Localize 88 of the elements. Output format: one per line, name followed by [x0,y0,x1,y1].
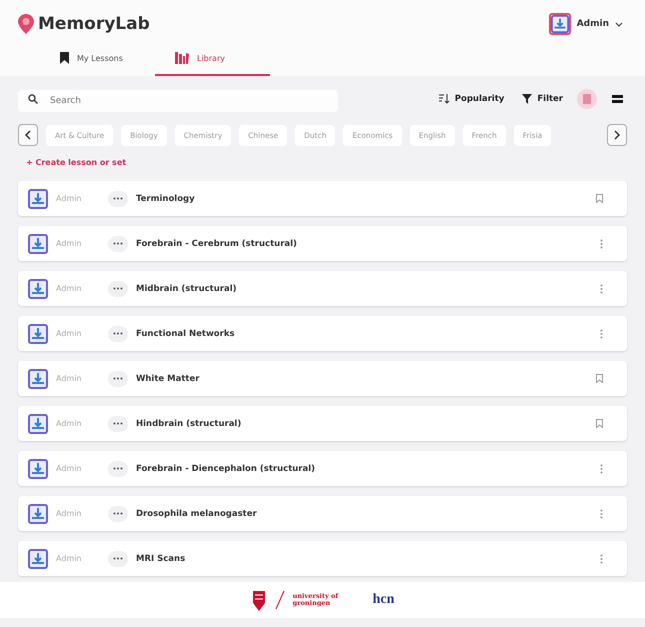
more-options-button[interactable] [108,416,128,432]
author-avatar-icon [28,504,48,524]
scroll-right-button[interactable] [607,124,627,146]
books-icon [175,52,189,64]
author-name: Admin [56,239,82,248]
more-options-button[interactable] [108,550,128,566]
more-horizontal-icon [113,242,123,245]
lesson-row[interactable]: Admin Terminology [18,181,627,216]
author-name: Admin [56,194,82,203]
chevron-right-icon [614,130,620,140]
more-horizontal-icon [113,557,123,560]
more-options-button[interactable] [108,190,128,206]
lesson-row[interactable]: Admin Midbrain (structural) [18,271,627,306]
more-vertical-icon [600,464,603,474]
search-field[interactable]: Search [18,90,338,112]
create-lesson-link[interactable]: + Create lesson or set [26,158,126,167]
more-vertical-icon [600,238,603,248]
grid-view-icon [583,94,591,104]
more-options-button[interactable] [108,326,128,342]
sort-button[interactable]: Popularity [434,92,508,106]
author-name: Admin [56,284,82,293]
author-name: Admin [56,509,82,518]
slash-icon [274,590,285,610]
author-name: Admin [56,419,82,428]
more-horizontal-icon [113,467,123,470]
lesson-title: White Matter [136,374,200,384]
lesson-title: Midbrain (structural) [136,284,238,294]
filter-button[interactable]: Filter [518,92,567,106]
lesson-title: Drosophila melanogaster [136,508,258,518]
lesson-title: Hindbrain (structural) [136,418,242,428]
list-view-icon [612,94,622,104]
author-name: Admin [56,374,82,383]
chevron-down-icon [615,22,623,26]
lesson-row[interactable]: Admin MRI Scans [18,541,627,576]
bookmark-outline-icon [596,419,603,428]
more-vertical-icon [600,554,603,564]
lesson-row[interactable]: Admin Hindbrain (structural) [18,406,627,441]
crest-logo-icon [250,589,267,611]
author-avatar-icon [28,368,48,388]
more-options-button[interactable] [108,280,128,296]
lesson-row[interactable]: Admin Forebrain - Diencephalon (structural) [18,451,627,486]
app-name: MemoryLab [38,14,150,34]
bookmark-icon [60,52,69,64]
more-horizontal-icon [113,332,123,335]
more-options-button[interactable] [108,506,128,522]
lesson-title: MRI Scans [136,554,186,564]
more-options-button[interactable] [108,460,128,476]
bookmark-outline-icon [596,374,603,383]
chevron-left-icon [25,130,31,140]
author-avatar-icon [28,234,48,254]
author-avatar-icon [28,278,48,298]
avatar-icon [548,13,571,35]
sort-icon [438,94,450,104]
partner-logo-text: hcn [372,592,394,608]
author-avatar-icon [28,188,48,208]
user-menu[interactable]: Admin [548,13,623,35]
tab[interactable]: Library [155,44,270,76]
author-avatar-icon [28,458,48,478]
more-horizontal-icon [113,377,123,380]
author-avatar-icon [28,414,48,434]
lesson-row[interactable]: Admin Drosophila melanogaster [18,496,627,531]
more-horizontal-icon [113,512,123,515]
lesson-row[interactable]: Admin Functional Networks [18,316,627,351]
scroll-left-button[interactable] [18,124,38,146]
tab[interactable]: My Lessons [40,44,155,76]
more-options-button[interactable] [108,236,128,252]
author-name: Admin [56,464,82,473]
more-options-button[interactable] [108,370,128,386]
user-name: Admin [576,19,609,29]
lesson-title: Forebrain - Diencephalon (structural) [136,464,316,474]
more-vertical-icon [600,508,603,518]
more-horizontal-icon [113,422,123,425]
lesson-title: Terminology [136,194,196,204]
author-avatar-icon [28,324,48,344]
author-name: Admin [56,554,82,563]
more-horizontal-icon [113,197,123,200]
lesson-title: Forebrain - Cerebrum (structural) [136,238,298,248]
more-vertical-icon [600,328,603,338]
more-horizontal-icon [113,287,123,290]
lesson-row[interactable]: Admin Forebrain - Cerebrum (structural) [18,226,627,261]
author-avatar-icon [28,548,48,568]
pin-logo-icon [18,14,34,34]
bookmark-outline-icon [596,194,603,203]
lesson-row[interactable]: Admin White Matter [18,361,627,396]
lesson-title: Functional Networks [136,328,236,338]
author-name: Admin [56,329,82,338]
more-vertical-icon [600,284,603,294]
filter-icon [522,94,532,104]
